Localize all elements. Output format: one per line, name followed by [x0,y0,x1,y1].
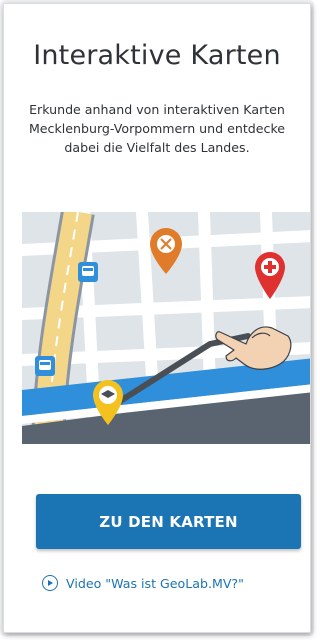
bus-stop-icon [78,262,98,282]
card-title: Interaktive Karten [33,40,281,71]
to-maps-button[interactable]: ZU DEN KARTEN [36,494,301,549]
bus-stop-icon [35,356,55,376]
video-link-label: Video "Was ist GeoLab.MV?" [66,575,244,591]
video-link[interactable]: Video "Was ist GeoLab.MV?" [42,572,244,594]
card-description: Erkunde anhand von interaktiven Karten M… [28,102,286,155]
interactive-maps-card: Interaktive Karten Erkunde anhand von in… [3,3,311,633]
map-illustration [22,212,310,444]
play-icon [42,575,58,591]
